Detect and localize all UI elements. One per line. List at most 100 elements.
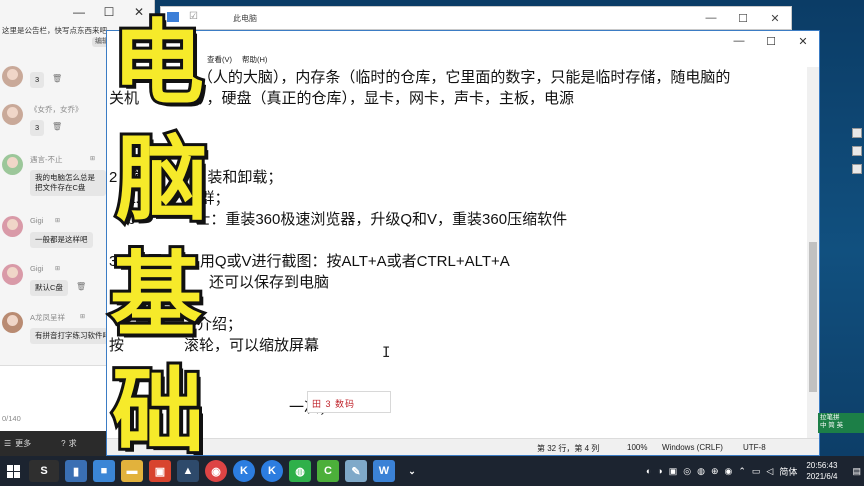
clock-time: 20:56:43 [806,461,838,470]
avatar[interactable] [2,104,23,125]
side-tab[interactable] [852,128,862,138]
avatar[interactable] [2,66,23,87]
tray-icon[interactable]: ⊕ [711,466,719,477]
notepad-icon[interactable]: ✎ [345,460,367,482]
ime-line-2: 中 简 英 [820,422,844,429]
network-icon[interactable]: ▭ [752,466,761,477]
more-label: 更多 [15,439,32,448]
help-icon: ? [61,439,66,448]
trash-icon[interactable]: 🗑 [76,282,86,291]
tray-icon[interactable]: ◉ [724,466,732,477]
scroll-thumb[interactable] [809,242,817,392]
cursor-position: 第 32 行，第 4 列 [537,444,600,453]
text-area[interactable]: U（人的大脑），内存条（临时的仓库，它里面的数字，只能是临时存储，随电脑的 关机… [107,67,809,439]
encoding: UTF-8 [743,443,766,452]
app-360-icon[interactable]: S [29,460,59,482]
message-bubble: 我的电脑怎么总是把文件存在C盘 [30,170,106,196]
ime-line-1: 拉笔拼 [820,414,840,421]
ime-toolbar[interactable]: 拉笔拼 中 简 英 [818,413,864,433]
trash-icon[interactable]: 🗑 [52,74,62,83]
side-tab[interactable] [852,146,862,156]
maximize-button[interactable]: ☐ [755,35,787,48]
minimize-button[interactable]: — [695,12,727,25]
menu-view[interactable]: 查看(V) [207,54,232,65]
chevron-down-icon[interactable]: ⌄ [401,460,423,482]
menu-help[interactable]: 帮助(H) [242,54,267,65]
chrome-icon[interactable]: ◉ [205,460,227,482]
char-counter: 0/140 [2,414,21,423]
app-c-icon[interactable]: C [317,460,339,482]
windows-logo-icon [6,464,20,478]
overlay-char-1: 电 [109,10,207,117]
message-bubble: 3 [30,120,45,136]
overlay-char-4: 础 [109,358,207,465]
minimize-button[interactable]: — [64,0,94,24]
avatar[interactable] [2,312,23,333]
windows-icon: ⊞ [55,218,61,224]
app-icon[interactable]: ■ [93,460,115,482]
menu-icon: ☰ [4,439,12,448]
side-tab[interactable] [852,164,862,174]
request-button[interactable]: ? 求 [61,438,76,449]
line-ending: Windows (CRLF) [662,443,723,452]
app-w-icon[interactable]: W [373,460,395,482]
overlay-char-2: 脑 [113,126,211,233]
close-button[interactable]: ✕ [787,35,819,48]
windows-icon: ⊞ [55,266,61,272]
more-button[interactable]: ☰ 更多 [0,438,31,449]
explorer-title: 此电脑 [233,13,257,23]
text-line: U（人的大脑），内存条（临时的仓库，它里面的数字，只能是临时存储，随电脑的 [187,69,731,86]
maximize-button[interactable]: ☐ [727,12,759,25]
folder-icon[interactable]: ▬ [121,460,143,482]
side-tabs [852,128,864,182]
app-icon[interactable]: ▣ [149,460,171,482]
avatar[interactable] [2,216,23,237]
volume-icon[interactable]: ◁ [766,466,773,477]
notepad-window: — ☐ ✕ 查看(V) 帮助(H) U（人的大脑），内存条（临时的仓库，它里面的… [106,30,820,456]
text-cursor-icon: I [382,345,391,361]
notepad-titlebar: — ☐ ✕ [107,31,819,52]
language-indicator[interactable]: 简体 [779,465,797,478]
system-tray: ◐ ◑ ▣ ◎ ◍ ⊕ ◉ ⌃ ▭ ◁ 简体 20:56:43 2021/6/4… [643,456,864,486]
notification-icon[interactable]: ▤ [852,466,861,477]
message-bubble: 默认C盘 [30,280,68,296]
vertical-scrollbar[interactable] [807,67,819,439]
app-icon[interactable]: ▮ [65,460,87,482]
tray-icon[interactable]: ◎ [683,466,691,477]
wechat-icon[interactable]: ◍ [289,460,311,482]
trash-icon[interactable]: 🗑 [52,122,62,131]
overlay-char-3: 基 [107,242,205,349]
app-k-icon[interactable]: K [261,460,283,482]
sender-name: A龙凤呈祥 [30,313,66,322]
taskbar: S ▮ ■ ▬ ▣ ▲ ◉ K K ◍ C ✎ W ⌄ ◐ ◑ ▣ ◎ ◍ ⊕ … [0,456,864,486]
message-bubble: 有拼音打字练习软件吗 [30,328,108,344]
avatar[interactable] [2,154,23,175]
sender-name: 遇言-不止 [30,155,63,164]
explorer-window: ☑ 此电脑 — ☐ ✕ [160,6,792,30]
start-button[interactable] [0,456,26,486]
zoom-level: 100% [627,443,648,452]
app-k-icon[interactable]: K [233,460,255,482]
clock-date: 2021/6/4 [806,472,838,481]
message-bubble: 3 [30,72,45,88]
tray-icon[interactable]: ▣ [669,466,678,477]
tray-icon[interactable]: ◐ [646,466,651,476]
sender-name: 《女乔，女乔》 [30,105,83,114]
clock[interactable]: 20:56:43 2021/6/4 [806,460,837,482]
close-button[interactable]: ✕ [759,12,791,25]
app-icon[interactable]: ▲ [177,460,199,482]
windows-icon: ⊞ [80,314,86,320]
chevron-up-icon[interactable]: ⌃ [738,466,746,477]
request-label: 求 [68,439,77,448]
tray-icon[interactable]: ◑ [657,466,662,476]
menu-bar: 查看(V) 帮助(H) [107,52,819,66]
minimize-button[interactable]: — [723,35,755,48]
sender-name: Gigi [30,264,44,273]
message-bubble: 一般都是这样吧 [30,232,93,248]
windows-icon: ⊞ [90,156,96,162]
ime-candidate-popup: 田 3 数码 [307,391,391,413]
tray-icon[interactable]: ◍ [697,466,705,477]
avatar[interactable] [2,264,23,285]
sender-name: Gigi [30,216,44,225]
status-bar: 第 32 行，第 4 列 100% Windows (CRLF) UTF-8 [107,438,819,455]
